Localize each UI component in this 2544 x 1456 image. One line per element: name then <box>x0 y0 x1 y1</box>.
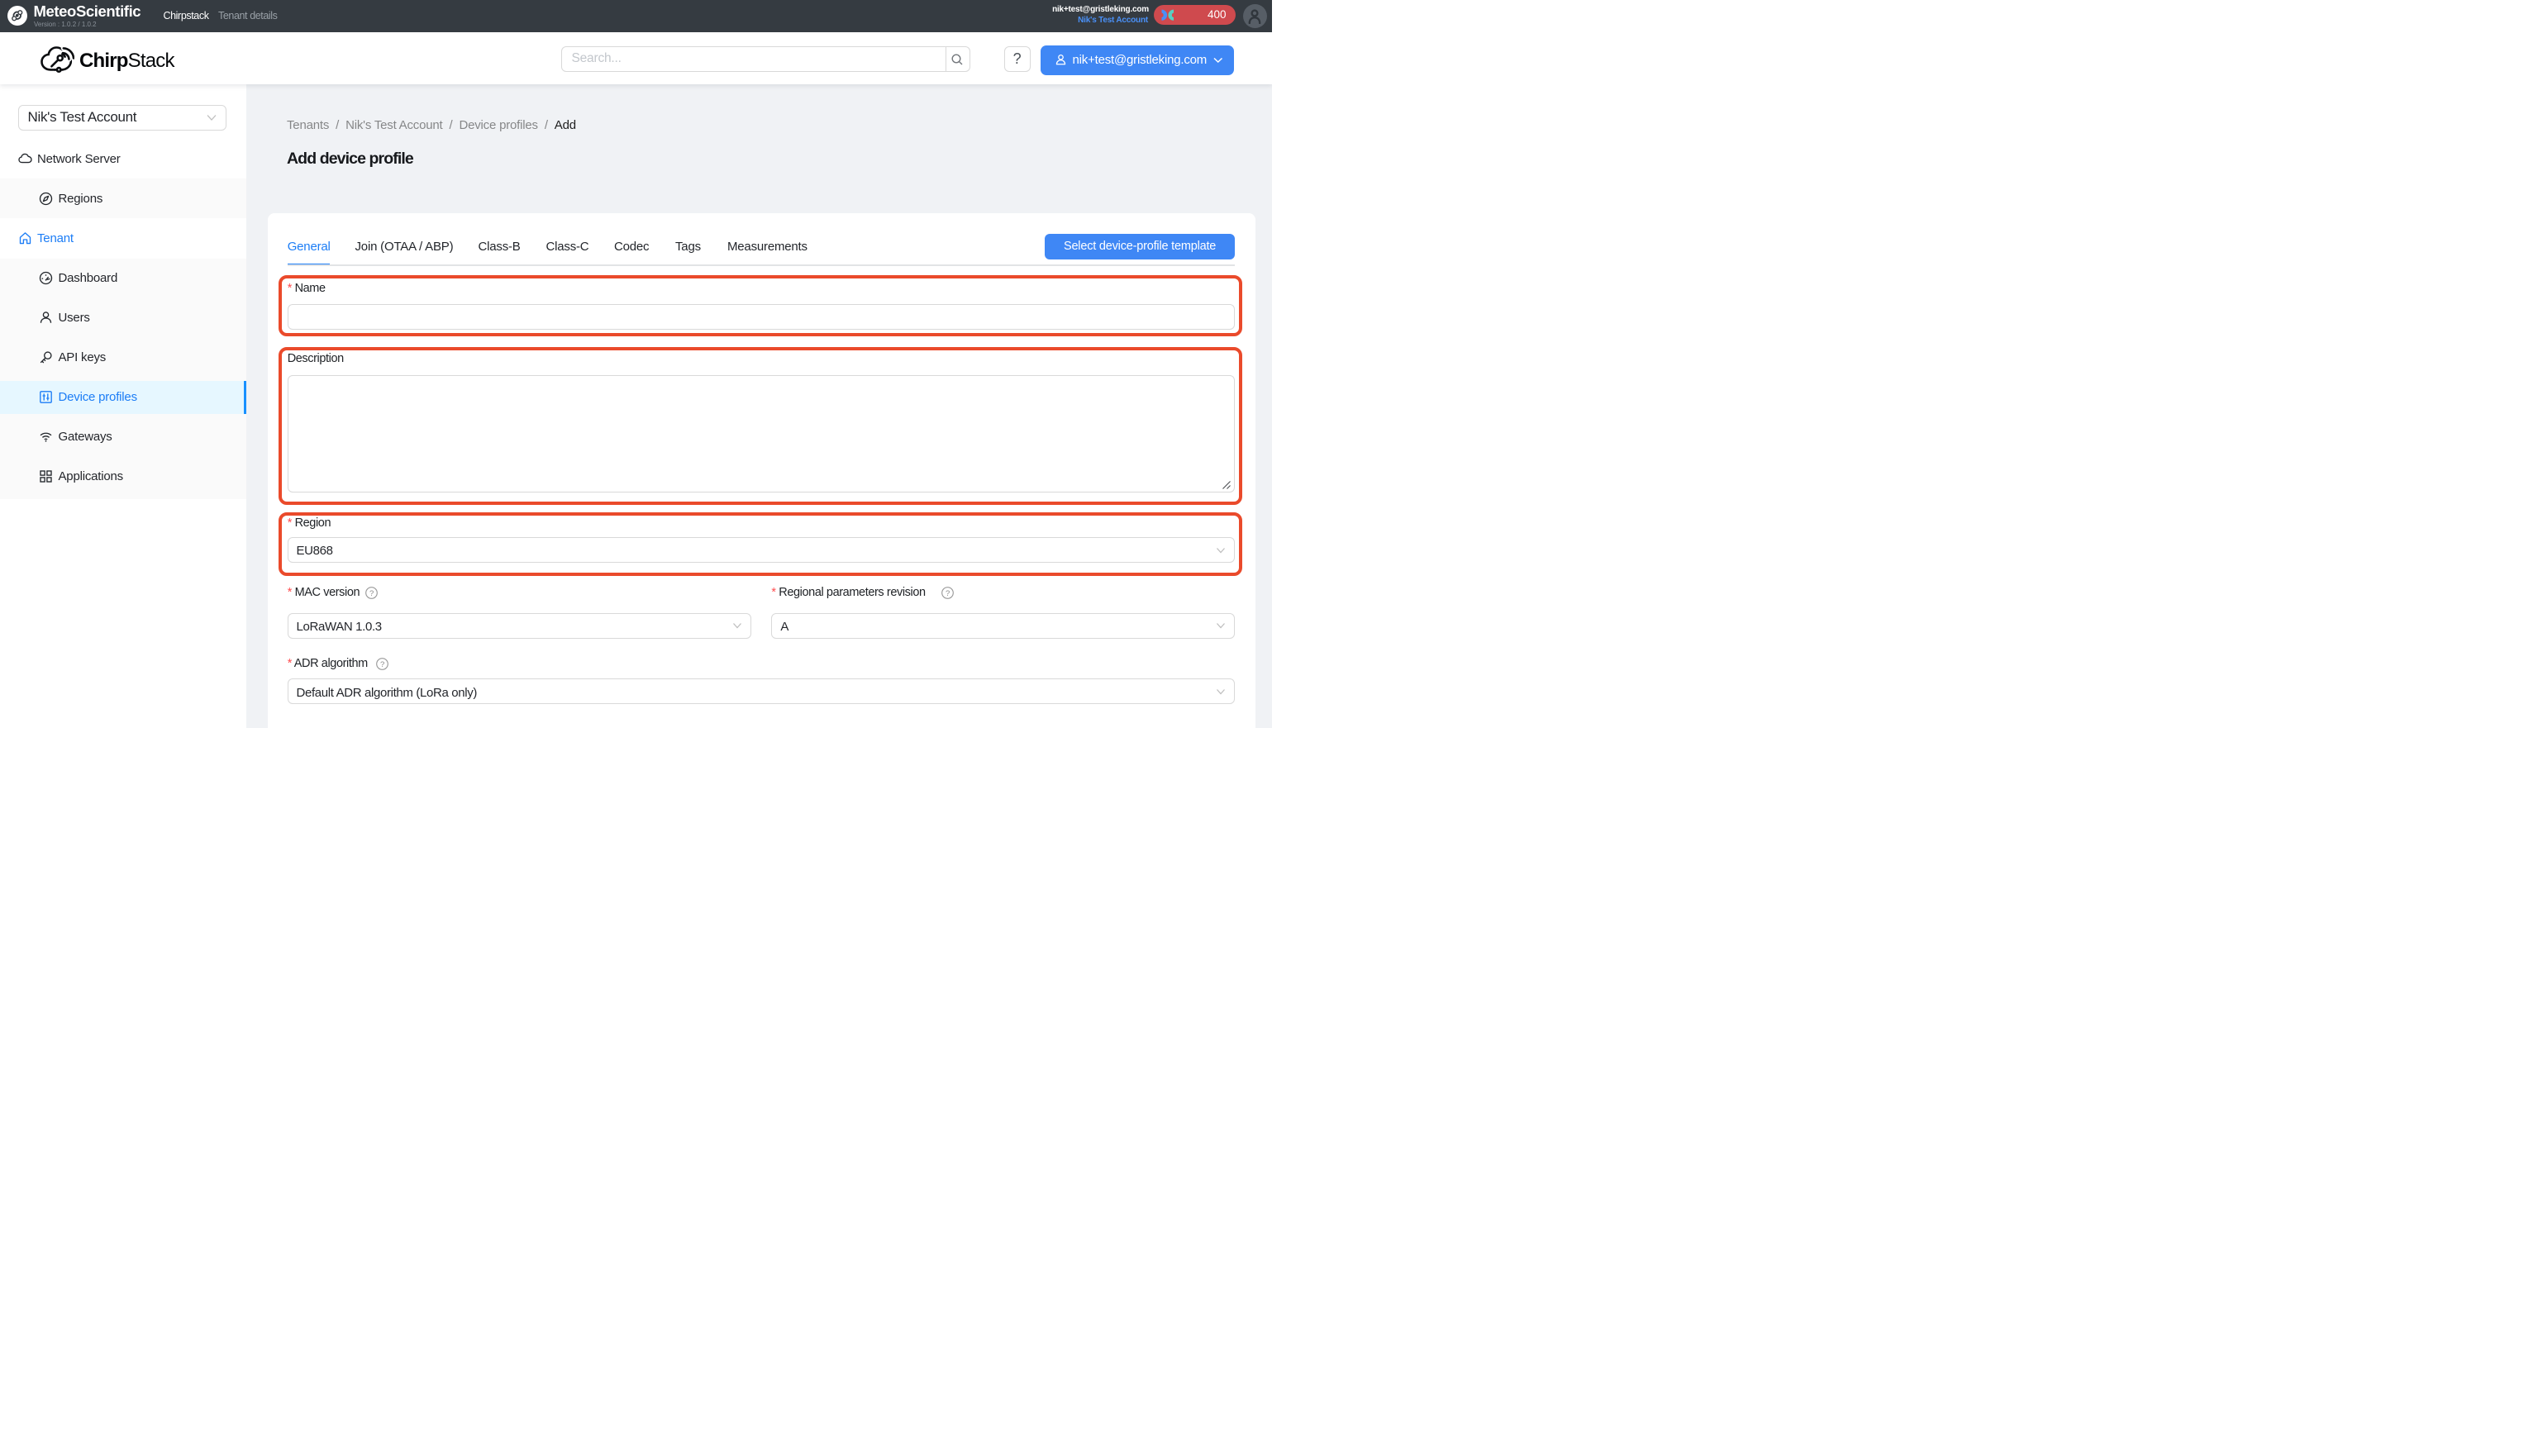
svg-text:?: ? <box>945 588 949 597</box>
svg-text:?: ? <box>369 588 374 597</box>
svg-text:?: ? <box>379 659 384 669</box>
